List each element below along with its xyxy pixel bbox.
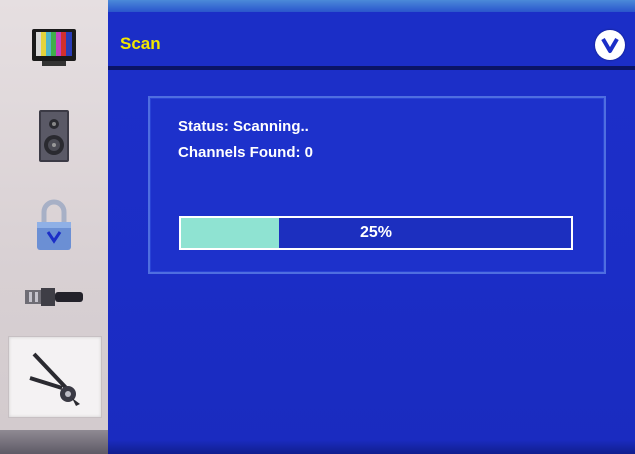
progress-label: 25% xyxy=(359,224,393,241)
cable-connector-icon xyxy=(25,288,83,306)
sidebar-item-tv-input[interactable] xyxy=(8,256,100,336)
sidebar-bottom-band xyxy=(0,430,108,454)
wrench-tool-icon xyxy=(29,352,80,406)
brand-logo xyxy=(595,30,625,60)
scan-progress-bar: 25% xyxy=(179,216,573,250)
sidebar-item-picture[interactable] xyxy=(8,6,100,86)
padlock-icon xyxy=(37,199,71,250)
scan-panel: Status: Scanning.. Channels Found: 0 25% xyxy=(148,96,606,274)
top-band xyxy=(108,0,635,12)
sidebar-menu xyxy=(0,0,108,454)
v-logo-icon xyxy=(601,37,619,53)
channels-found-text: Channels Found: 0 xyxy=(178,144,313,161)
speaker-icon xyxy=(39,110,69,162)
bottom-band xyxy=(108,440,635,454)
page-title: Scan xyxy=(120,34,161,53)
header-divider xyxy=(108,66,635,70)
sidebar-item-audio[interactable] xyxy=(8,96,100,176)
sidebar-item-parental[interactable] xyxy=(8,186,100,266)
sidebar-item-setup[interactable] xyxy=(8,336,102,418)
main-panel: Scan Status: Scanning.. Channels Found: … xyxy=(108,0,635,454)
tv-color-bars-icon xyxy=(32,29,76,66)
scan-status-text: Status: Scanning.. xyxy=(178,118,309,135)
header-bar xyxy=(108,12,635,70)
